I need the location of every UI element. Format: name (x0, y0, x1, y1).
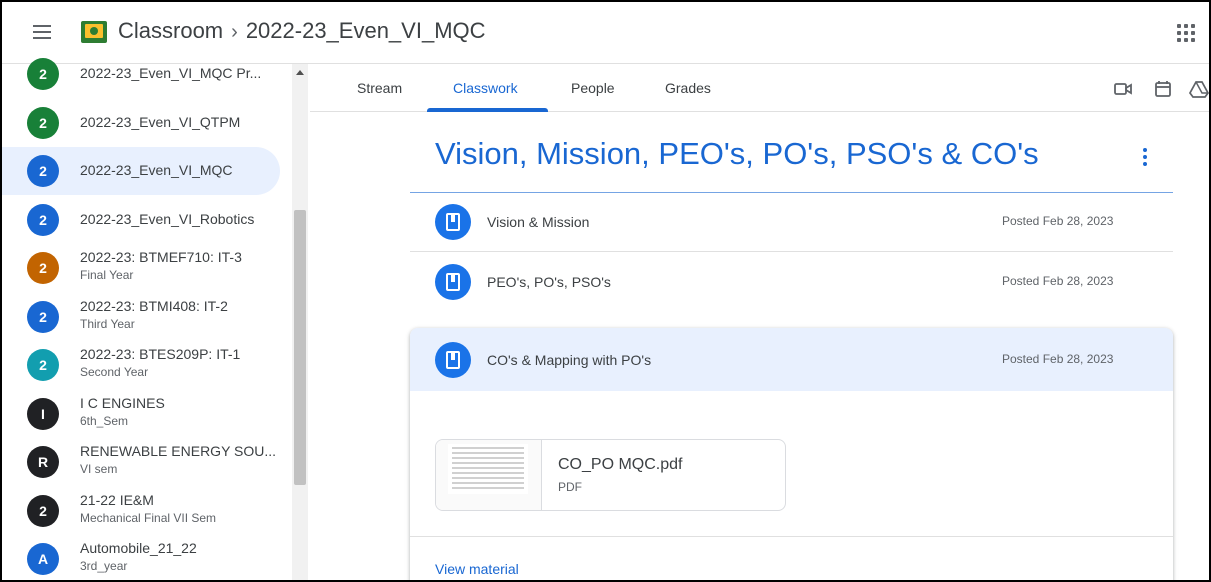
attachment-type: PDF (558, 480, 582, 494)
topic-more-options-icon[interactable] (1137, 148, 1153, 166)
class-subtitle: Third Year (80, 316, 135, 331)
class-title: 2022-23_Even_VI_MQC (80, 162, 233, 178)
class-avatar: I (27, 397, 59, 430)
class-title: 2022-23: BTMI408: IT-2 (80, 297, 228, 314)
material-posted-date: Posted Feb 28, 2023 (1002, 214, 1114, 228)
sidebar-class-item[interactable]: 2 2022-23: BTMEF710: IT-3 Final Year (2, 244, 280, 292)
material-row[interactable]: PEO's, PO's, PSO's Posted Feb 28, 2023 (410, 252, 1173, 312)
class-subtitle: Second Year (80, 365, 149, 379)
sidebar-class-item[interactable]: I I C ENGINES 6th_Sem (2, 390, 280, 438)
class-title: I C ENGINES (80, 394, 165, 411)
class-subtitle: Final Year (80, 268, 134, 282)
class-title: 2022-23: BTMEF710: IT-3 (80, 249, 242, 265)
material-icon (435, 204, 471, 240)
scroll-up-arrow-icon[interactable] (296, 70, 304, 75)
material-icon (435, 342, 471, 378)
class-avatar: 2 (27, 300, 59, 333)
material-title: CO's & Mapping with PO's (487, 352, 652, 368)
breadcrumb-separator: › (231, 21, 238, 43)
breadcrumb-class[interactable]: 2022-23_Even_VI_MQC (246, 18, 486, 43)
topic-title: Vision, Mission, PEO's, PO's, PSO's & CO… (435, 136, 1039, 171)
expanded-material-header[interactable]: CO's & Mapping with PO's Posted Feb 28, … (410, 328, 1173, 391)
sidebar-class-item[interactable]: 2 2022-23_Even_VI_MQC Pr... (2, 50, 280, 98)
class-avatar: 2 (27, 58, 59, 90)
class-avatar: 2 (27, 349, 59, 381)
class-title: 2022-23_Even_VI_MQC Pr... (80, 65, 262, 81)
google-apps-icon[interactable] (1177, 24, 1195, 42)
class-subtitle: VI sem (80, 462, 118, 476)
class-avatar: 2 (27, 494, 59, 527)
class-avatar: 2 (27, 155, 59, 187)
meet-icon[interactable] (1113, 80, 1133, 98)
class-avatar: 2 (27, 252, 59, 284)
expanded-material-card: CO's & Mapping with PO's Posted Feb 28, … (410, 328, 1173, 580)
sidebar-class-item[interactable]: 2 2022-23: BTMI408: IT-2 Third Year (2, 293, 280, 341)
tab-classwork[interactable]: Classwork (453, 80, 518, 96)
sidebar-class-item[interactable]: 2 2022-23_Even_VI_MQC (2, 147, 280, 195)
class-avatar: A (27, 543, 59, 575)
tab-stream[interactable]: Stream (357, 80, 402, 96)
scroll-thumb[interactable] (294, 210, 306, 485)
calendar-icon[interactable] (1153, 80, 1173, 98)
class-sidebar: A Automobile_21_22 3rd_year 2 21-22 IE&M Mech… (2, 58, 310, 580)
sidebar-class-item[interactable]: A Automobile_21_22 3rd_year (2, 535, 280, 580)
tab-people[interactable]: People (571, 80, 615, 96)
view-material-link[interactable]: View material (435, 561, 519, 577)
class-title: 2022-23_Even_VI_Robotics (80, 210, 255, 227)
material-icon (435, 264, 471, 300)
class-title: 2022-23: BTES209P: IT-1 (80, 346, 241, 362)
pdf-attachment[interactable]: CO_PO MQC.pdf PDF (435, 439, 786, 511)
breadcrumb-app[interactable]: Classroom (118, 18, 223, 43)
attachment-thumbnail (436, 440, 542, 510)
material-title: PEO's, PO's, PSO's (487, 274, 611, 290)
material-title: Vision & Mission (487, 214, 590, 230)
material-posted-date: Posted Feb 28, 2023 (1002, 274, 1114, 288)
sidebar-class-item[interactable]: 2 2022-23_Even_VI_QTPM (2, 99, 280, 147)
main-content: Stream Classwork People Grades Vision, M… (310, 64, 1209, 580)
sidebar-class-item[interactable]: 2 2022-23: BTES209P: IT-1 Second Year (2, 341, 280, 389)
class-avatar: 2 (27, 203, 59, 236)
class-title: 21-22 IE&M (80, 491, 154, 508)
attachment-name: CO_PO MQC.pdf (558, 456, 683, 473)
breadcrumb: Classroom › 2022-23_Even_VI_MQC (118, 18, 486, 44)
classroom-window: Classroom › 2022-23_Even_VI_MQC A Automobil… (0, 0, 1211, 582)
class-subtitle: Mechanical Final VII Sem (80, 510, 217, 525)
sidebar-class-item[interactable]: 2 2022-23_Even_VI_Robotics (2, 196, 280, 244)
card-divider (410, 536, 1173, 537)
class-tabs: Stream Classwork People Grades (310, 64, 1209, 112)
drive-icon[interactable] (1189, 80, 1209, 98)
class-avatar: R (27, 446, 59, 478)
material-posted-date: Posted Feb 28, 2023 (1002, 352, 1114, 366)
sidebar-class-item[interactable]: R RENEWABLE ENERGY SOU... VI sem (2, 438, 280, 486)
main-menu-button[interactable] (30, 22, 54, 44)
class-subtitle: 6th_Sem (80, 413, 129, 428)
tab-grades[interactable]: Grades (665, 80, 711, 96)
class-subtitle: 3rd_year (80, 559, 128, 573)
sidebar-scrollbar[interactable] (292, 64, 308, 580)
active-tab-indicator (427, 108, 548, 112)
material-row[interactable]: Vision & Mission Posted Feb 28, 2023 (410, 192, 1173, 252)
class-title: Automobile_21_22 (80, 540, 197, 556)
class-title: RENEWABLE ENERGY SOU... (80, 443, 277, 459)
sidebar-class-item[interactable]: 2 21-22 IE&M Mechanical Final VII Sem (2, 487, 280, 535)
class-avatar: 2 (27, 106, 59, 139)
classroom-logo-icon[interactable] (81, 21, 107, 43)
class-title: 2022-23_Even_VI_QTPM (80, 113, 241, 130)
